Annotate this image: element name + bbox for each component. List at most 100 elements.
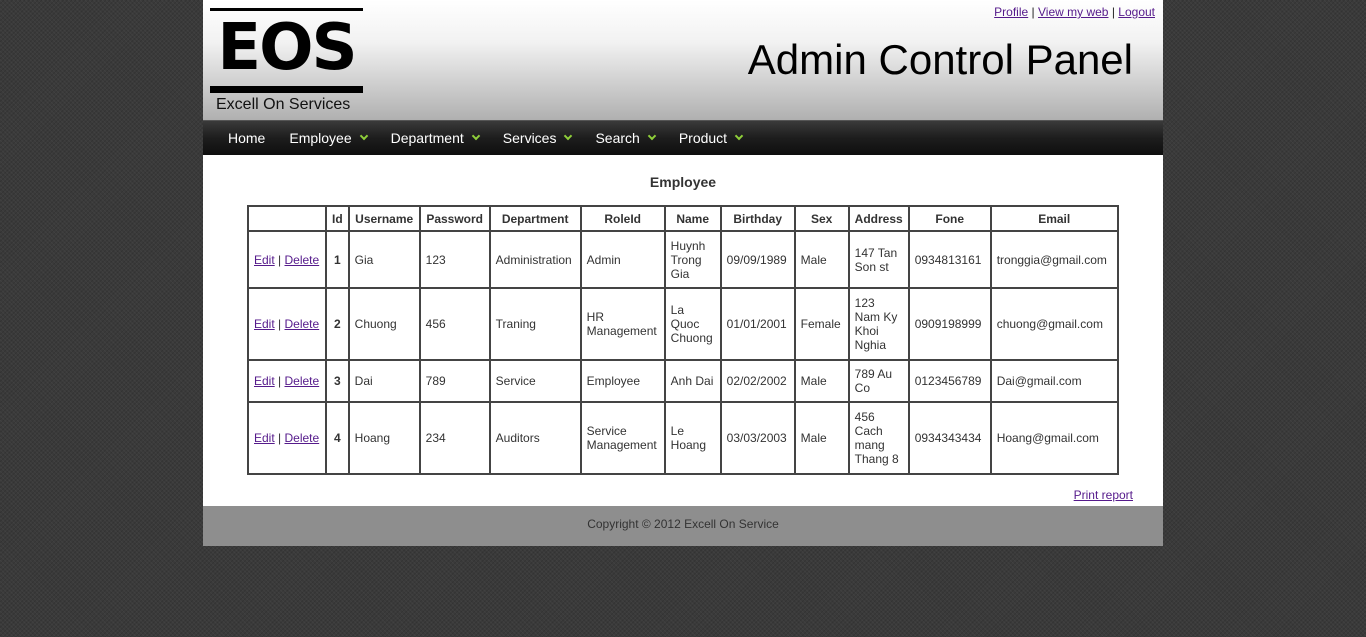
logo: EOS Excell On Services: [210, 8, 363, 116]
chevron-down-icon: [359, 131, 368, 141]
cell-username: Chuong: [347, 287, 421, 361]
actions-cell: Edit | Delete: [247, 401, 327, 475]
nav-item-product[interactable]: Product: [667, 130, 754, 146]
column-header: Username: [347, 205, 421, 232]
cell-id: 4: [325, 401, 350, 475]
column-header: Name: [663, 205, 722, 232]
print-report-link[interactable]: Print report: [1074, 488, 1133, 502]
nav-item-search[interactable]: Search: [583, 130, 666, 146]
cell-id: 3: [325, 359, 350, 403]
column-header: Address: [847, 205, 910, 232]
link-separator: |: [1031, 5, 1035, 19]
actions-cell: Edit | Delete: [247, 359, 327, 403]
cell-department: Administration: [488, 230, 582, 289]
cell-address: 456 Cach mang Thang 8: [847, 401, 910, 475]
delete-link[interactable]: Delete: [285, 431, 320, 445]
view-my-web-link[interactable]: View my web: [1038, 5, 1108, 19]
cell-username: Gia: [347, 230, 421, 289]
main-nav: Home Employee Department Services Search Prod…: [203, 120, 1163, 155]
table-body: Edit | Delete 1 Gia 123 Administration Admin H…: [247, 230, 1119, 475]
page-container: EOS Excell On Services Profile | View my…: [203, 0, 1163, 546]
cell-fone: 0934343434: [907, 401, 992, 475]
cell-department: Traning: [488, 287, 582, 361]
cell-address: 789 Au Co: [847, 359, 910, 403]
cell-role: HR Management: [579, 287, 666, 361]
column-header: Department: [488, 205, 582, 232]
link-separator: |: [278, 374, 282, 388]
cell-id: 1: [325, 230, 350, 289]
cell-department: Service: [488, 359, 582, 403]
cell-username: Dai: [347, 359, 421, 403]
page-title: Admin Control Panel: [747, 36, 1133, 83]
employee-table: Id Username Password Department RoleId Name Bi…: [247, 205, 1119, 475]
cell-birthday: 02/02/2002: [719, 359, 796, 403]
cell-password: 456: [418, 287, 491, 361]
cell-birthday: 01/01/2001: [719, 287, 796, 361]
column-header: RoleId: [579, 205, 666, 232]
logout-link[interactable]: Logout: [1118, 5, 1155, 19]
cell-email: Hoang@gmail.com: [989, 401, 1119, 475]
cell-birthday: 09/09/1989: [719, 230, 796, 289]
nav-item-label: Services: [502, 130, 557, 146]
column-header: Id: [325, 205, 350, 232]
table-row: Edit | Delete 4 Hoang 234 Auditors Service Ma…: [247, 401, 1119, 475]
cell-role: Employee: [579, 359, 666, 403]
edit-link[interactable]: Edit: [254, 431, 275, 445]
column-header: Birthday: [719, 205, 796, 232]
cell-birthday: 03/03/2003: [719, 401, 796, 475]
cell-password: 789: [418, 359, 491, 403]
delete-link[interactable]: Delete: [285, 317, 320, 331]
cell-name: Anh Dai: [663, 359, 722, 403]
nav-item-employee[interactable]: Employee: [277, 130, 378, 146]
cell-username: Hoang: [347, 401, 421, 475]
nav-item-department[interactable]: Department: [379, 130, 491, 146]
chevron-down-icon: [564, 131, 573, 141]
nav-item-label: Product: [678, 130, 728, 146]
edit-link[interactable]: Edit: [254, 374, 275, 388]
table-row: Edit | Delete 1 Gia 123 Administration Admin H…: [247, 230, 1119, 289]
copyright-text: Copyright © 2012 Excell On Service: [587, 517, 779, 531]
logo-text: EOS: [217, 11, 357, 85]
cell-name: Huynh Trong Gia: [663, 230, 722, 289]
nav-item-label: Department: [390, 130, 464, 146]
chevron-down-icon: [647, 131, 657, 141]
cell-password: 234: [418, 401, 491, 475]
link-separator: |: [278, 252, 282, 267]
cell-name: La Quoc Chuong: [663, 287, 722, 361]
edit-link[interactable]: Edit: [254, 317, 275, 331]
column-header: Email: [989, 205, 1119, 232]
cell-email: tronggia@gmail.com: [989, 230, 1119, 289]
cell-address: 123 Nam Ky Khoi Nghia: [847, 287, 910, 361]
section-heading: Employee: [649, 174, 717, 190]
cell-email: chuong@gmail.com: [989, 287, 1119, 361]
link-separator: |: [278, 431, 282, 445]
column-header: Fone: [907, 205, 992, 232]
column-header: Password: [418, 205, 491, 232]
cell-name: Le Hoang: [663, 401, 722, 475]
column-header: [247, 205, 327, 232]
header: EOS Excell On Services Profile | View my…: [203, 0, 1163, 120]
cell-sex: Male: [793, 359, 850, 403]
nav-item-label: Home: [228, 130, 266, 146]
logo-bottom-bar: [210, 86, 363, 93]
cell-sex: Female: [793, 287, 850, 361]
cell-password: 123: [418, 230, 491, 289]
cell-sex: Male: [793, 401, 850, 475]
cell-role: Service Management: [579, 401, 666, 475]
table-header-row: Id Username Password Department RoleId Name Bi…: [247, 205, 1119, 232]
nav-item-label: Employee: [289, 130, 352, 146]
cell-fone: 0123456789: [907, 359, 992, 403]
nav-item-services[interactable]: Services: [491, 130, 584, 146]
top-links: Profile | View my web | Logout: [994, 5, 1155, 19]
nav-item-home[interactable]: Home: [216, 130, 277, 146]
cell-fone: 0934813161: [907, 230, 992, 289]
table-row: Edit | Delete 3 Dai 789 Service Employee Anh D…: [247, 359, 1119, 403]
column-header: Sex: [793, 205, 850, 232]
edit-link[interactable]: Edit: [254, 253, 275, 267]
profile-link[interactable]: Profile: [994, 5, 1028, 19]
delete-link[interactable]: Delete: [285, 253, 320, 267]
delete-link[interactable]: Delete: [285, 374, 320, 388]
cell-id: 2: [325, 287, 350, 361]
table-row: Edit | Delete 2 Chuong 456 Traning HR Managem…: [247, 287, 1119, 361]
cell-fone: 0909198999: [907, 287, 992, 361]
